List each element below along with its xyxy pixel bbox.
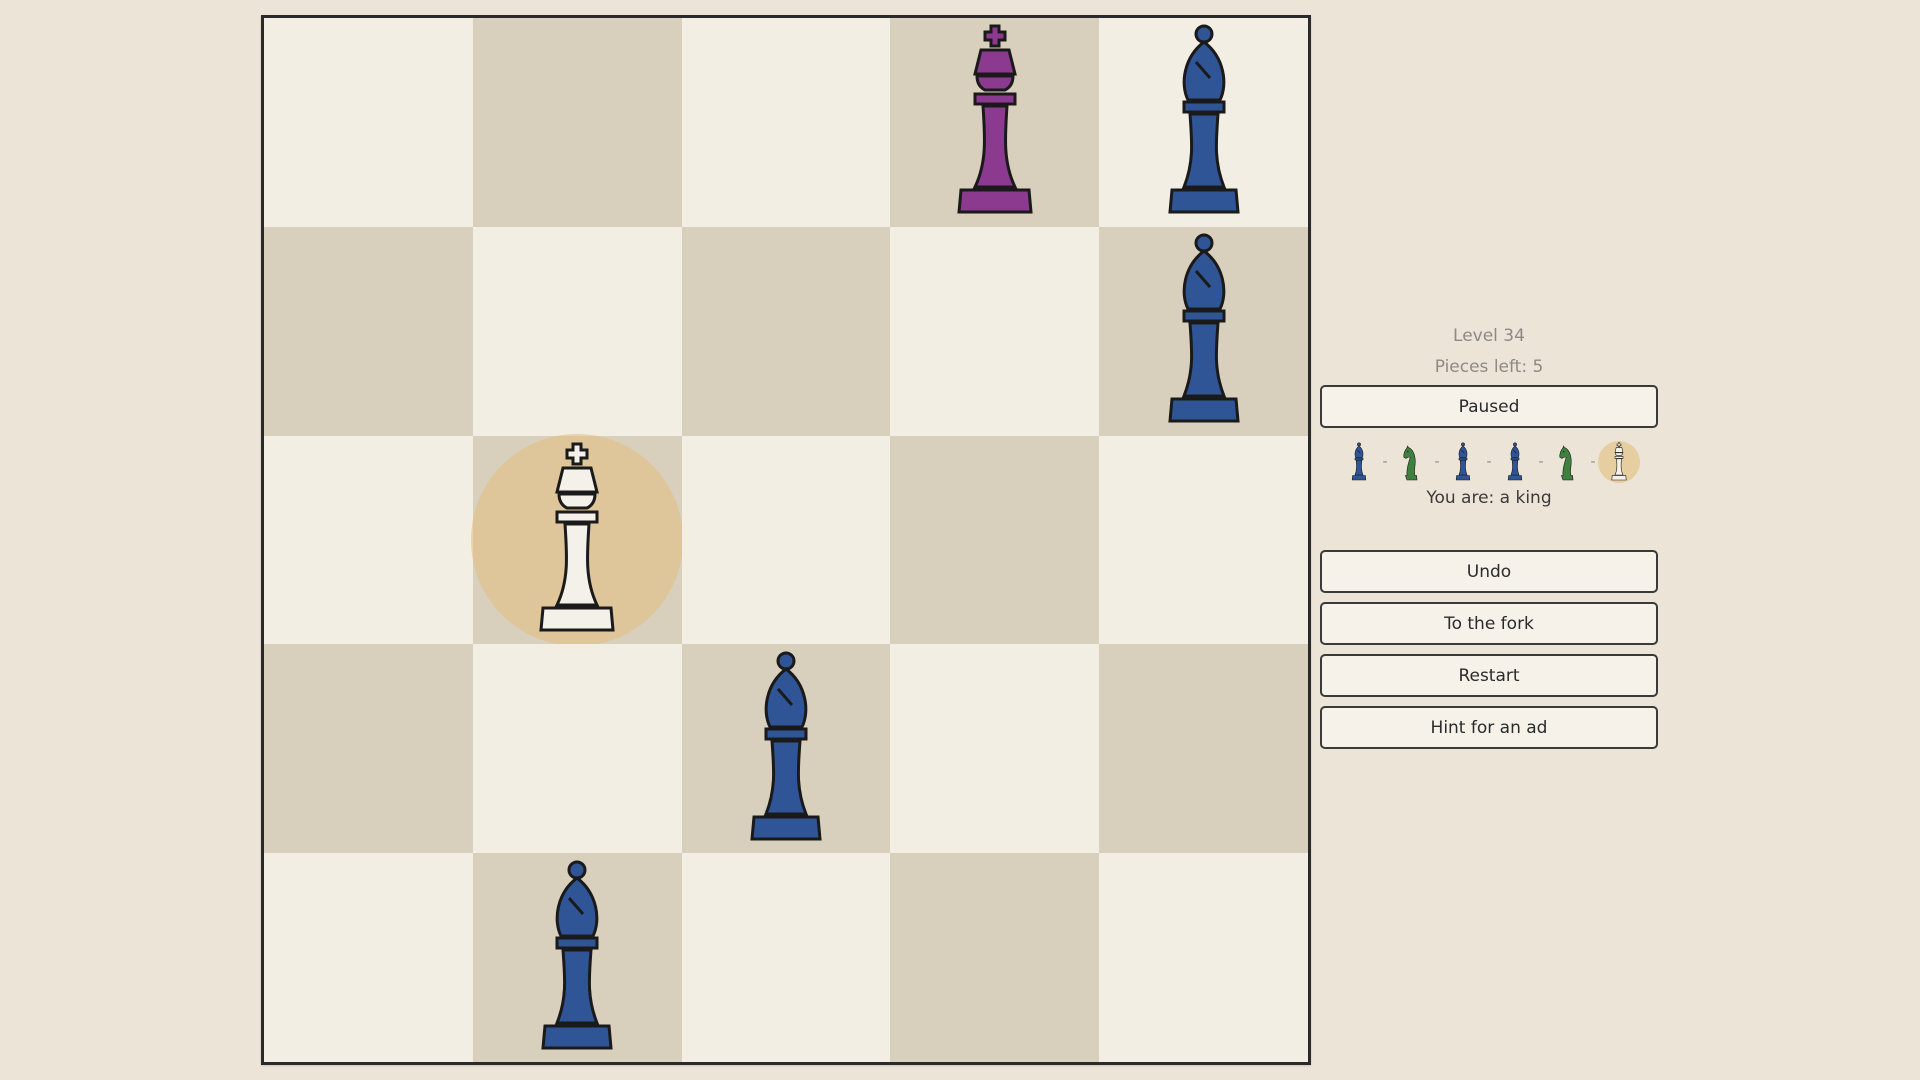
game-screen: Level 34 Pieces left: 5 Paused - - - - -… — [0, 0, 1920, 1080]
board-square[interactable] — [681, 226, 891, 436]
board-square[interactable] — [890, 853, 1100, 1062]
board-square[interactable] — [1099, 435, 1308, 645]
bishop-icon — [1498, 441, 1532, 483]
board-square[interactable] — [681, 853, 891, 1062]
board-square[interactable] — [264, 18, 473, 227]
board-square[interactable] — [264, 226, 473, 436]
board-square[interactable] — [1099, 18, 1308, 227]
board-square[interactable] — [1099, 644, 1308, 854]
sequence-separator: - — [1590, 454, 1596, 470]
board-square[interactable] — [472, 18, 682, 227]
action-buttons: Undo To the fork Restart Hint for an ad — [1320, 550, 1658, 749]
board-square[interactable] — [890, 644, 1100, 854]
restart-button[interactable]: Restart — [1320, 654, 1658, 697]
pieces-left-label: Pieces left: 5 — [1434, 357, 1544, 377]
board-square[interactable] — [472, 853, 682, 1062]
board-square[interactable] — [890, 435, 1100, 645]
bishop-piece[interactable] — [527, 858, 627, 1058]
enemy-king-piece[interactable] — [945, 22, 1045, 222]
sequence-separator: - — [1486, 454, 1492, 470]
board-square[interactable] — [681, 435, 891, 645]
level-label: Level 34 — [1453, 326, 1525, 346]
sequence-separator: - — [1538, 454, 1544, 470]
board-square[interactable] — [264, 853, 473, 1062]
chess-board[interactable] — [261, 15, 1311, 1065]
board-square[interactable] — [472, 226, 682, 436]
player-king-piece[interactable] — [527, 440, 627, 640]
bishop-piece[interactable] — [736, 649, 836, 849]
board-square[interactable] — [681, 644, 891, 854]
undo-button[interactable]: Undo — [1320, 550, 1658, 593]
board-square[interactable] — [890, 18, 1100, 227]
board-square[interactable] — [1099, 226, 1308, 436]
hint-button[interactable]: Hint for an ad — [1320, 706, 1658, 749]
board-square[interactable] — [681, 18, 891, 227]
bishop-piece[interactable] — [1154, 231, 1254, 431]
bishop-icon — [1446, 441, 1480, 483]
to-the-fork-button[interactable]: To the fork — [1320, 602, 1658, 645]
board-square[interactable] — [472, 644, 682, 854]
bishop-piece[interactable] — [1154, 22, 1254, 222]
king-icon — [1598, 441, 1640, 483]
board-square[interactable] — [264, 435, 473, 645]
board-square[interactable] — [890, 226, 1100, 436]
side-panel: Level 34 Pieces left: 5 Paused - - - - -… — [1320, 320, 1658, 749]
sequence-separator: - — [1434, 454, 1440, 470]
piece-sequence: - - - - - — [1320, 440, 1658, 484]
bishop-icon — [1342, 441, 1376, 483]
sequence-separator: - — [1382, 454, 1388, 470]
knight-icon — [1550, 441, 1584, 483]
knight-icon — [1394, 441, 1428, 483]
you-are-label: You are: a king — [1426, 488, 1552, 508]
board-square[interactable] — [471, 433, 684, 646]
board-square[interactable] — [264, 644, 473, 854]
board-square[interactable] — [1099, 853, 1308, 1062]
paused-button[interactable]: Paused — [1320, 385, 1658, 428]
